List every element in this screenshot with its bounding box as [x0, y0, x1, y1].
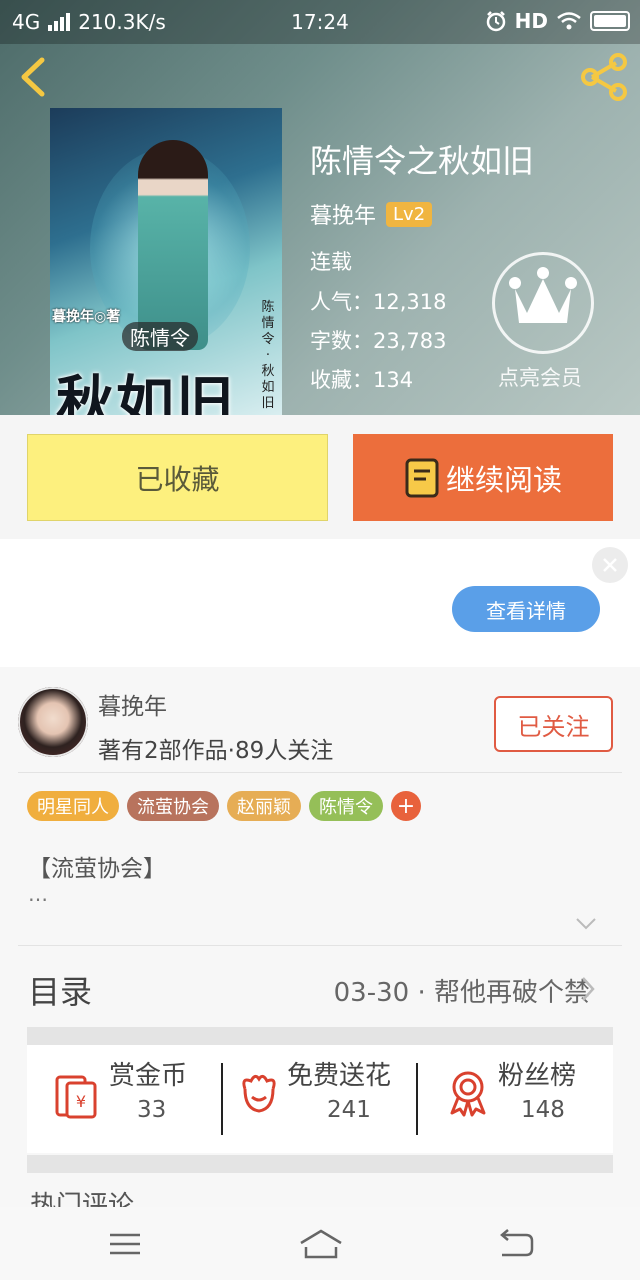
tag-item[interactable]: 赵丽颖	[227, 791, 301, 821]
system-nav-bar	[0, 1207, 640, 1280]
tag-item[interactable]: 明星同人	[27, 791, 119, 821]
cover-small-title: 陈情令	[122, 322, 198, 351]
ad-banner: 查看详情	[0, 539, 640, 667]
collected-button[interactable]: 已收藏	[27, 434, 328, 521]
stat-flower-value: 241	[327, 1097, 371, 1123]
crown-icon	[509, 267, 577, 323]
popularity-label: 人气：	[310, 290, 373, 314]
favorites-row: 收藏：134	[310, 364, 413, 394]
tag-list: 明星同人 流萤协会 赵丽颖 陈情令 +	[27, 791, 421, 821]
cover-big-title: 秋如旧	[56, 369, 237, 415]
tag-item[interactable]: 陈情令	[309, 791, 383, 821]
red-envelope-icon: ¥	[55, 1075, 97, 1119]
battery-icon	[590, 11, 630, 31]
info-panel: 暮挽年 著有2部作品·89人关注 已关注 明星同人 流萤协会 赵丽颖 陈情令 +…	[0, 667, 640, 1221]
divider	[18, 945, 622, 946]
author-name[interactable]: 暮挽年	[310, 198, 376, 230]
add-tag-button[interactable]: +	[391, 791, 421, 821]
popularity-row: 人气：12,318	[310, 286, 446, 316]
cover-vertical-text: 陈情令·秋如旧	[261, 300, 275, 411]
stat-flower-label: 免费送花	[287, 1061, 392, 1091]
stats-row: ¥ 赏金币 33 免费送花 241 粉丝榜 148	[27, 1045, 613, 1153]
favorites-label: 收藏：	[310, 368, 373, 392]
svg-text:¥: ¥	[76, 1092, 86, 1111]
chevron-down-icon[interactable]	[575, 917, 597, 931]
book-title: 陈情令之秋如旧	[310, 142, 535, 180]
author-summary: 著有2部作品·89人关注	[98, 738, 334, 764]
continue-reading-button[interactable]: 继续阅读	[353, 434, 613, 521]
popularity-value: 12,318	[373, 290, 447, 314]
home-icon[interactable]	[298, 1227, 344, 1261]
words-value: 23,783	[373, 329, 447, 353]
vip-label[interactable]: 点亮会员	[498, 362, 582, 392]
hd-indicator: HD	[514, 9, 548, 33]
stat-fans-value: 148	[521, 1097, 565, 1123]
ad-close-icon[interactable]	[592, 547, 628, 583]
alarm-icon	[486, 11, 505, 32]
vip-badge[interactable]	[492, 252, 594, 354]
back-icon[interactable]	[14, 54, 54, 100]
stat-fans[interactable]: 粉丝榜 148	[418, 1045, 613, 1153]
follow-button[interactable]: 已关注	[494, 696, 613, 752]
words-row: 字数：23,783	[310, 325, 446, 355]
author-row: 暮挽年 Lv2	[310, 198, 433, 230]
stat-fans-label: 粉丝榜	[498, 1061, 577, 1091]
panel-author-name[interactable]: 暮挽年	[98, 687, 167, 721]
book-icon	[405, 458, 439, 497]
flower-icon	[242, 1074, 276, 1113]
divider	[18, 772, 622, 773]
stat-reward[interactable]: ¥ 赏金币 33	[27, 1045, 222, 1153]
toc-latest-chapter[interactable]: 03-30 · 帮他再破个禁	[334, 972, 590, 1009]
continue-reading-label: 继续阅读	[445, 462, 562, 497]
status-bar: 4G 210.3K/s 17:24 HD	[0, 0, 640, 44]
share-icon[interactable]	[578, 52, 630, 102]
description-ellipsis: …	[28, 882, 48, 906]
status-right: HD	[485, 9, 630, 33]
menu-icon[interactable]	[106, 1227, 146, 1261]
back-nav-icon[interactable]	[496, 1227, 536, 1261]
avatar-ring	[18, 687, 88, 757]
stat-reward-value: 33	[137, 1097, 167, 1123]
book-cover[interactable]: 暮挽年◎著 陈情令 秋如旧 陈情令·秋如旧	[50, 108, 282, 415]
section-separator	[27, 1155, 613, 1173]
level-badge: Lv2	[386, 201, 433, 227]
favorites-value: 134	[373, 368, 414, 392]
toc-label[interactable]: 目录	[28, 967, 92, 1013]
tag-item[interactable]: 流萤协会	[127, 791, 219, 821]
words-label: 字数：	[310, 329, 373, 353]
chevron-right-icon[interactable]	[580, 975, 596, 1003]
cover-author: 暮挽年◎著	[52, 309, 121, 325]
medal-icon	[450, 1071, 486, 1117]
section-separator	[27, 1027, 613, 1045]
serial-status: 连载	[310, 250, 352, 274]
book-hero: 4G 210.3K/s 17:24 HD 暮挽年◎著 陈情令 秋如旧 陈情令·秋…	[0, 0, 640, 415]
stat-flower[interactable]: 免费送花 241	[223, 1045, 417, 1153]
cover-figure	[138, 140, 208, 350]
book-description: 【流萤协会】	[28, 856, 166, 882]
ad-detail-button[interactable]: 查看详情	[452, 586, 600, 632]
stat-reward-label: 赏金币	[109, 1061, 188, 1091]
wifi-icon	[557, 12, 581, 30]
action-bar: 已收藏 继续阅读	[0, 415, 640, 539]
author-avatar[interactable]	[18, 687, 88, 757]
